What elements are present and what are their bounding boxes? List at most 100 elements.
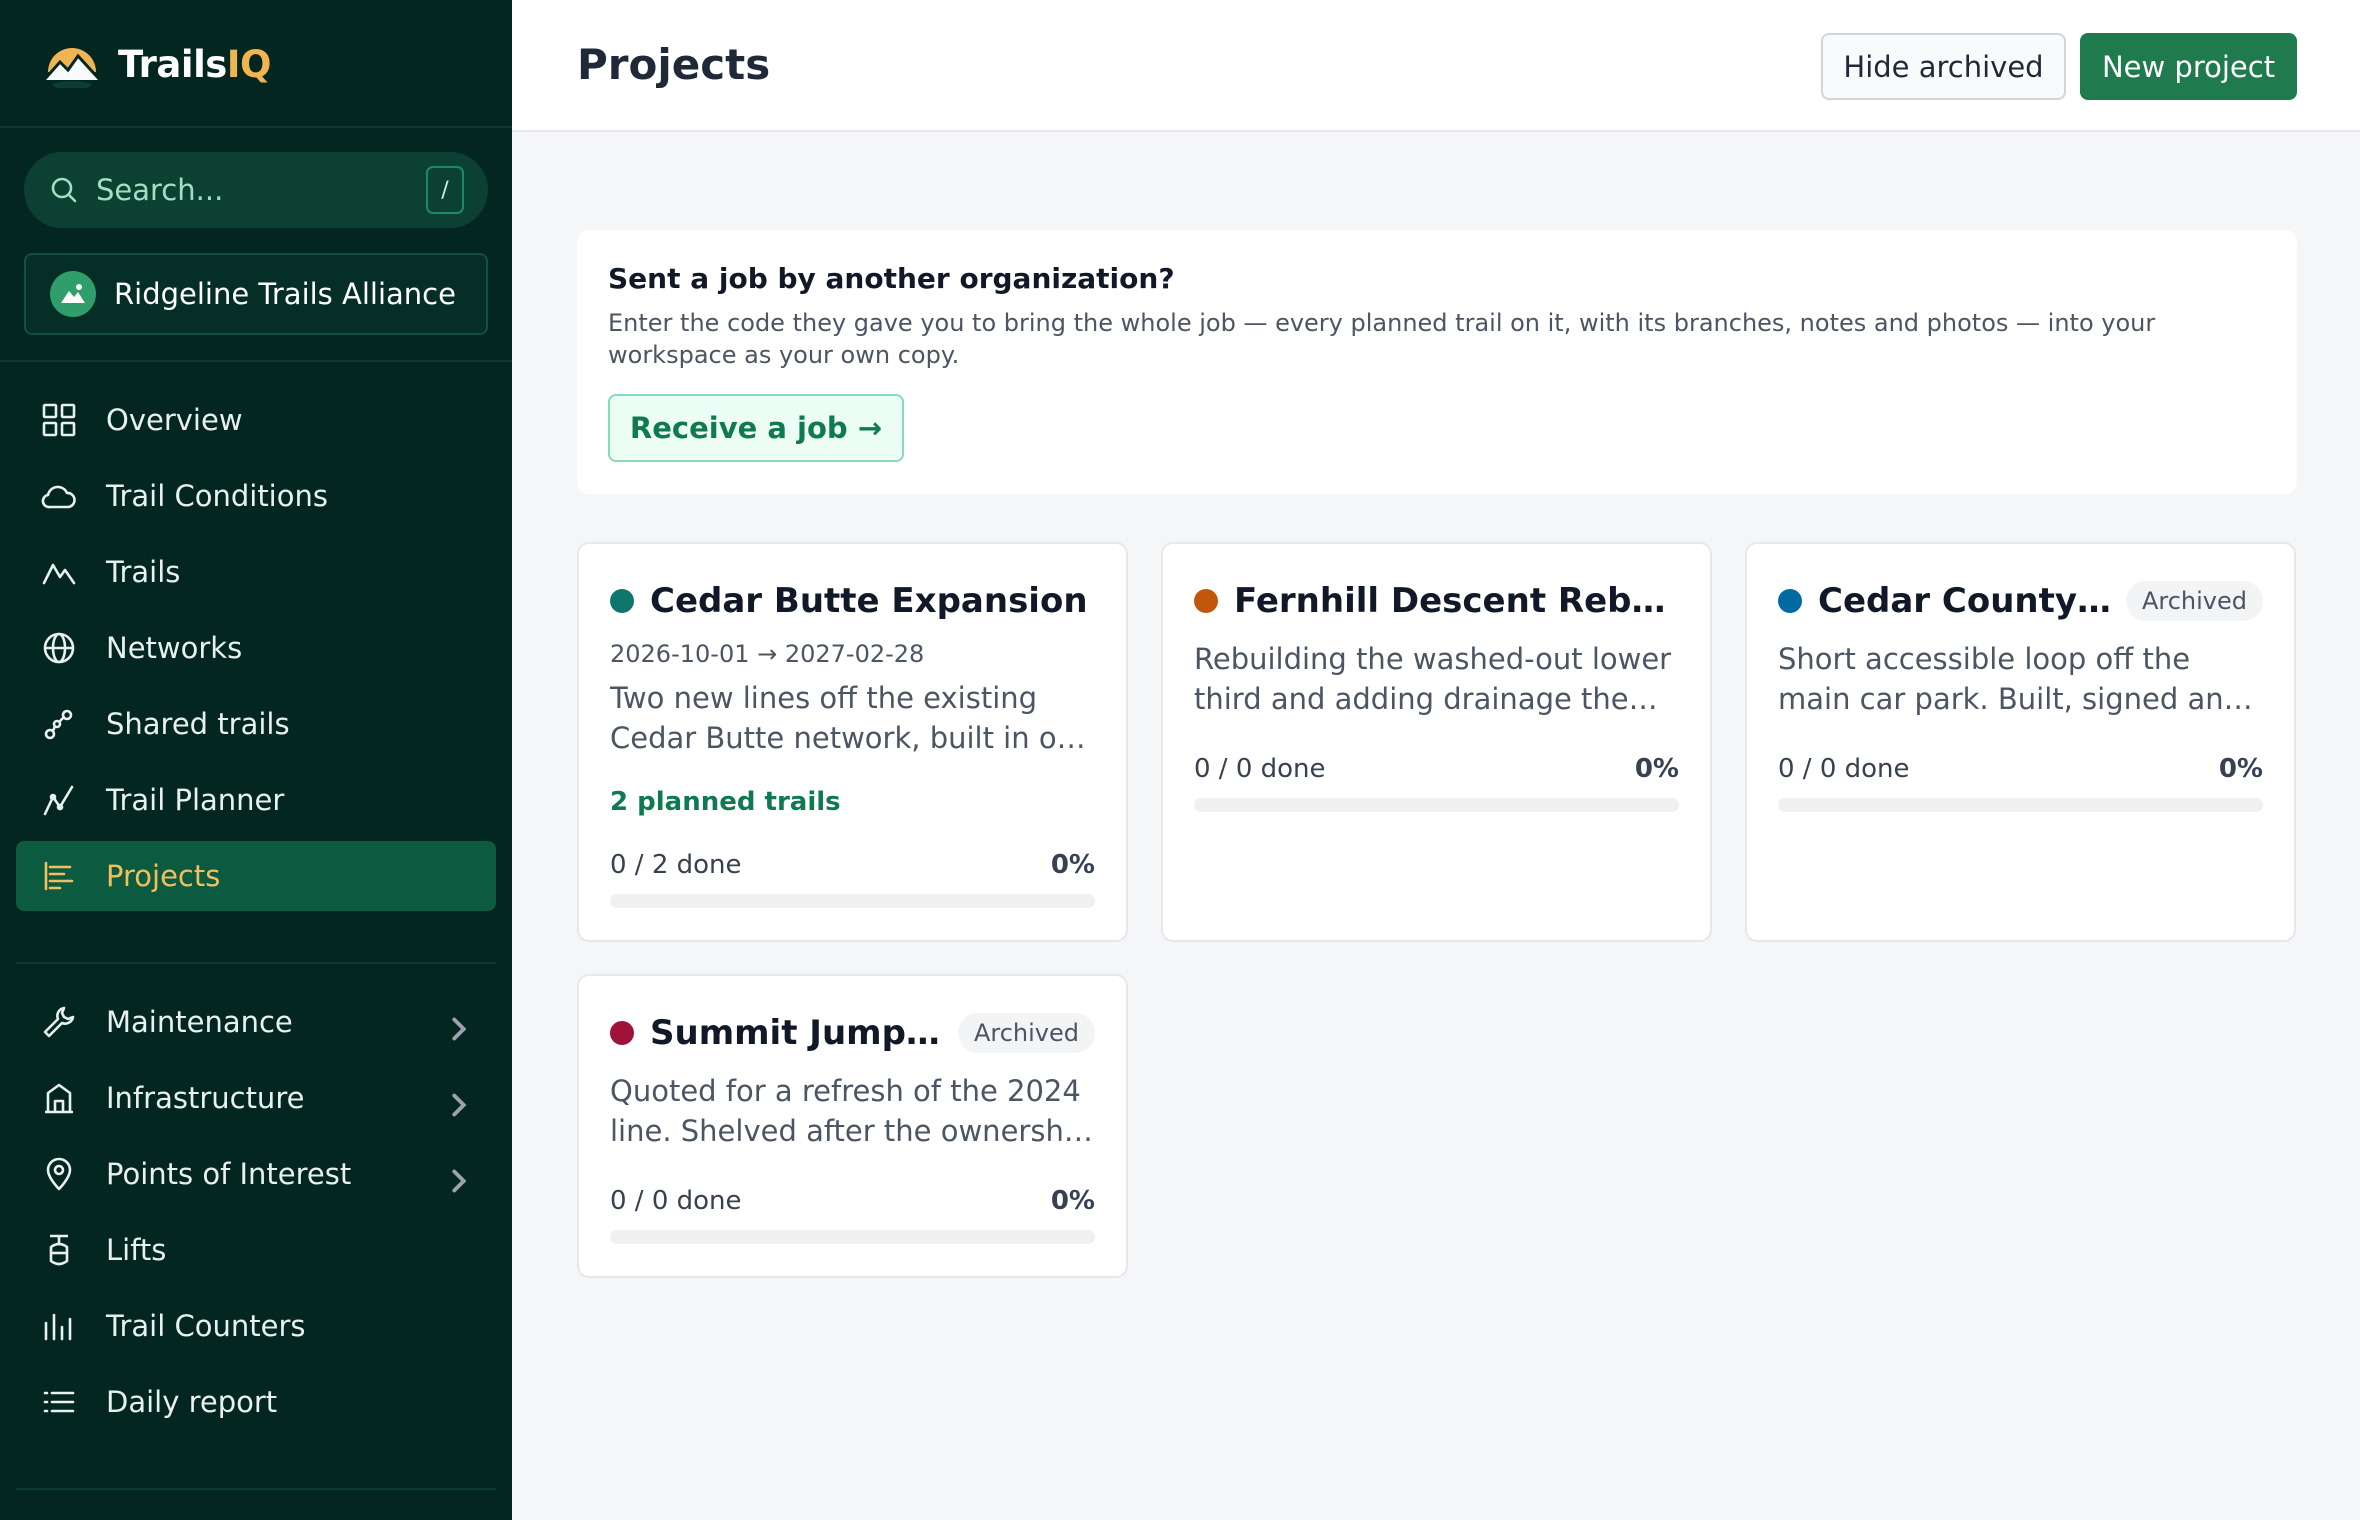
project-color-dot <box>1778 589 1802 613</box>
building-icon <box>45 1083 73 1114</box>
sidebar-item-overview[interactable]: Overview <box>16 385 496 455</box>
project-card-header: Cedar Butte Expansion <box>610 580 1095 622</box>
planner-icon <box>43 785 74 816</box>
mountain-icon <box>42 563 76 585</box>
project-title: Summit Jump Line <box>650 1013 944 1053</box>
search-icon <box>51 177 77 203</box>
archived-badge: Archived <box>2125 581 2263 621</box>
divider <box>0 126 512 128</box>
project-dates: 2026-10-01 → 2027-02-28 <box>610 640 925 668</box>
hide-archived-button[interactable]: Hide archived <box>1821 33 2066 100</box>
org-avatar <box>50 271 96 317</box>
mountain-sun-logo-icon <box>42 48 102 88</box>
sidebar-item-label: Infrastructure <box>106 1081 305 1115</box>
projects-icon <box>44 861 74 891</box>
project-progress-percent: 0% <box>1634 754 1679 784</box>
divider <box>16 962 496 964</box>
project-progress-bar <box>610 1230 1095 1244</box>
sidebar-item-networks[interactable]: Networks <box>16 613 496 683</box>
receive-job-description: Enter the code they gave you to bring th… <box>608 309 2156 369</box>
project-progress-text: 0 / 0 done <box>610 1186 742 1216</box>
sidebar-item-daily-report[interactable]: Daily report <box>16 1367 496 1437</box>
project-progress-bar <box>1778 798 2263 812</box>
project-color-dot <box>610 589 634 613</box>
globe-icon <box>43 632 75 664</box>
project-progress-text: 0 / 2 done <box>610 850 742 880</box>
sidebar-item-infrastructure[interactable]: Infrastructure <box>16 1063 496 1133</box>
project-description: Short accessible loop off the main car p… <box>1778 642 2243 716</box>
sidebar-item-label: Trail Counters <box>106 1309 306 1343</box>
sidebar-item-trail-conditions[interactable]: Trail Conditions <box>16 461 496 531</box>
new-project-button[interactable]: New project <box>2080 33 2297 100</box>
project-card-header: Summit Jump Line Archived <box>610 1012 1095 1054</box>
receive-job-title: Sent a job by another organization? <box>608 262 1175 295</box>
project-color-dot <box>1194 589 1218 613</box>
sidebar-item-shared-trails[interactable]: Shared trails <box>16 689 496 759</box>
brand-name: TrailsIQ <box>118 42 272 86</box>
search-placeholder: Search... <box>96 173 224 207</box>
sidebar-item-trail-counters[interactable]: Trail Counters <box>16 1291 496 1361</box>
share-route-icon <box>44 709 73 740</box>
sidebar-item-trails[interactable]: Trails <box>16 537 496 607</box>
project-card[interactable]: Fernhill Descent Rebuild Rebuilding the … <box>1161 542 1712 942</box>
sidebar-item-label: Points of Interest <box>106 1157 352 1191</box>
project-card[interactable]: Cedar County Loop Archived Short accessi… <box>1745 542 2296 942</box>
search-input[interactable]: Search... / <box>24 152 488 228</box>
sidebar-item-maintenance[interactable]: Maintenance <box>16 987 496 1057</box>
project-title: Cedar County Loop <box>1818 581 2112 621</box>
project-card[interactable]: Summit Jump Line Archived Quoted for a r… <box>577 974 1128 1278</box>
page-header: Projects Hide archived New project <box>512 0 2360 132</box>
grid-icon <box>42 403 76 437</box>
sidebar-item-points-of-interest[interactable]: Points of Interest <box>16 1139 496 1209</box>
project-progress-percent: 0% <box>1050 1186 1095 1216</box>
sidebar-item-label: Lifts <box>106 1233 167 1267</box>
receive-job-button[interactable]: Receive a job → <box>608 394 904 462</box>
archived-badge: Archived <box>957 1013 1095 1053</box>
planned-trails-link[interactable]: 2 planned trails <box>610 787 841 817</box>
project-progress-percent: 0% <box>1050 850 1095 880</box>
wrench-icon <box>43 1006 75 1038</box>
brand-logo[interactable]: TrailsIQ <box>42 34 272 94</box>
org-switcher[interactable]: Ridgeline Trails Alliance <box>24 253 488 335</box>
project-card-header: Cedar County Loop Archived <box>1778 580 2263 622</box>
project-description: Two new lines off the existing Cedar But… <box>610 681 1093 755</box>
receive-job-card: Sent a job by another organization? Ente… <box>577 230 2297 494</box>
sidebar-item-label: Trails <box>106 555 181 589</box>
project-card-header: Fernhill Descent Rebuild <box>1194 580 1679 622</box>
sidebar-item-label: Overview <box>106 403 243 437</box>
project-color-dot <box>610 1021 634 1045</box>
sidebar-item-trail-planner[interactable]: Trail Planner <box>16 765 496 835</box>
list-icon <box>43 1391 75 1413</box>
search-shortcut-key: / <box>426 166 464 214</box>
sidebar: TrailsIQ Search... / Ridgeline Trails Al… <box>0 0 512 1520</box>
project-progress-bar <box>1194 798 1679 812</box>
sidebar-item-lifts[interactable]: Lifts <box>16 1215 496 1285</box>
divider <box>0 360 512 362</box>
sidebar-item-label: Networks <box>106 631 243 665</box>
project-description: Quoted for a refresh of the 2024 line. S… <box>610 1074 1091 1148</box>
divider <box>16 1488 496 1490</box>
gondola-icon <box>49 1234 69 1266</box>
project-progress-text: 0 / 0 done <box>1194 754 1326 784</box>
cloud-icon <box>41 485 76 509</box>
sidebar-item-projects[interactable]: Projects <box>16 841 496 911</box>
bar-chart-icon <box>44 1313 72 1341</box>
chevron-right-icon <box>452 1093 467 1117</box>
mountain-image-icon <box>61 284 85 303</box>
project-card[interactable]: Cedar Butte Expansion 2026-10-01 → 2027-… <box>577 542 1128 942</box>
org-name: Ridgeline Trails Alliance <box>114 277 456 311</box>
project-title: Cedar Butte Expansion <box>650 581 1088 621</box>
project-description: Rebuilding the washed-out lower third an… <box>1194 642 1672 716</box>
sidebar-item-label: Trail Planner <box>106 783 285 817</box>
project-title: Fernhill Descent Rebuild <box>1234 581 1679 621</box>
project-progress-bar <box>610 894 1095 908</box>
page-title: Projects <box>577 40 771 89</box>
sidebar-item-label: Maintenance <box>106 1005 293 1039</box>
sidebar-item-label: Trail Conditions <box>106 479 328 513</box>
chevron-right-icon <box>452 1017 467 1041</box>
map-pin-icon <box>46 1157 72 1191</box>
project-progress-percent: 0% <box>2218 754 2263 784</box>
project-progress-text: 0 / 0 done <box>1778 754 1910 784</box>
chevron-right-icon <box>452 1169 467 1193</box>
sidebar-item-label: Daily report <box>106 1385 278 1419</box>
